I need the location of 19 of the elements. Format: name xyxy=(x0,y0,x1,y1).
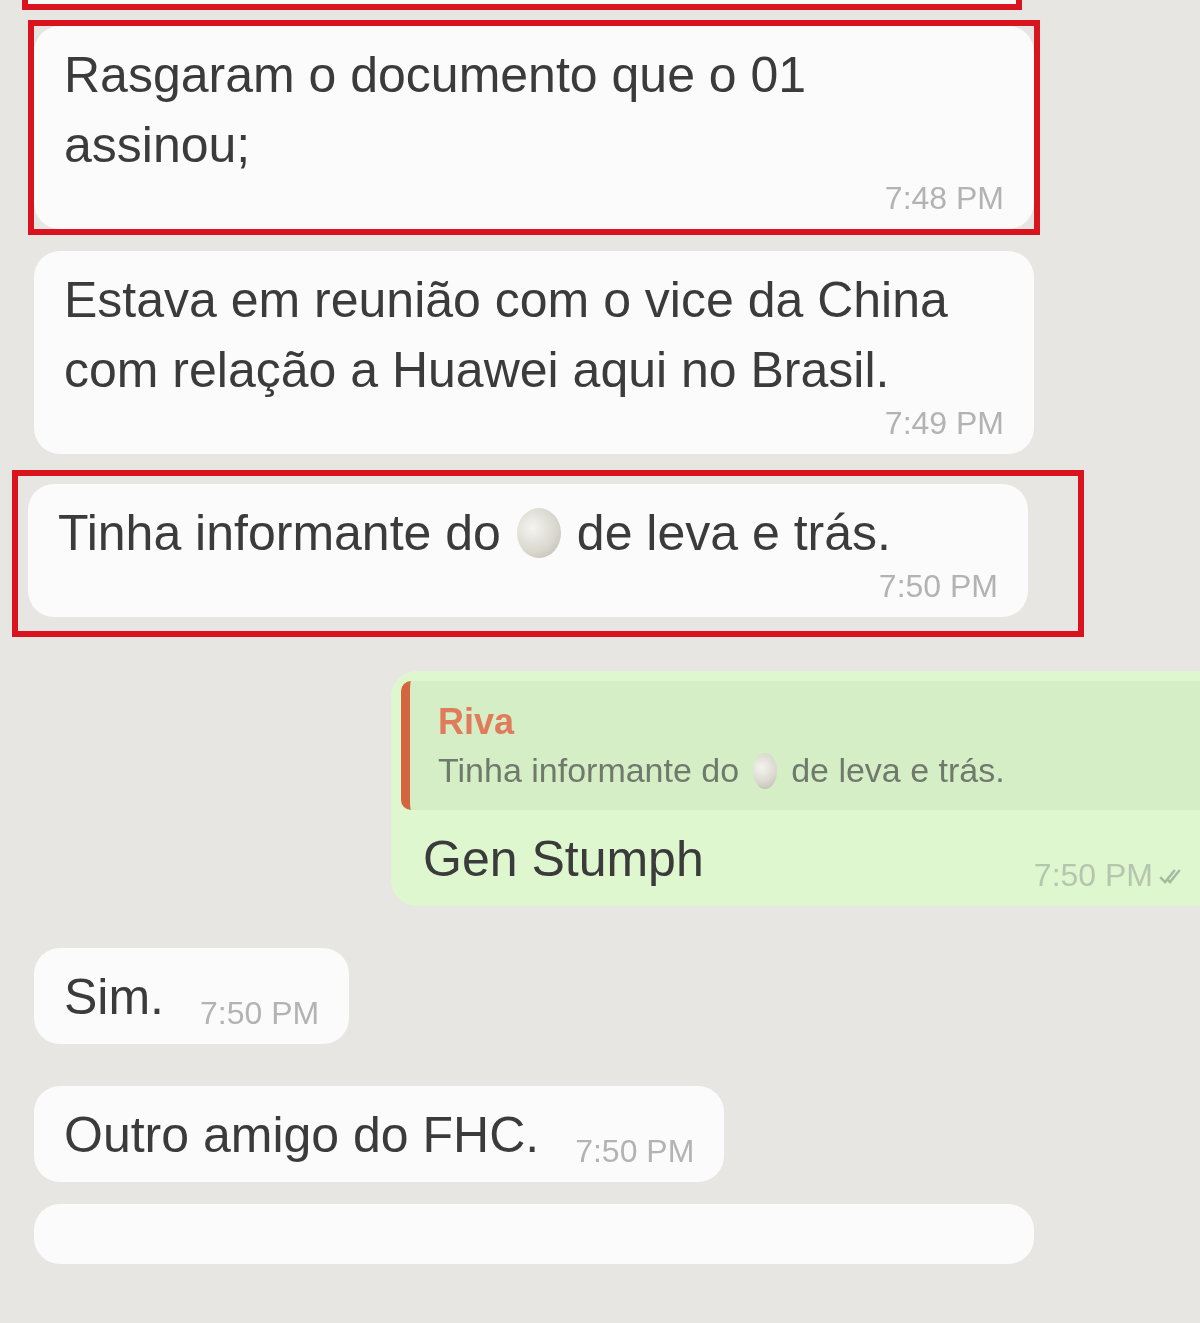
message-text: de leva e trás. xyxy=(576,504,891,563)
message-text: Sim. xyxy=(64,968,164,1027)
message-time: 7:49 PM xyxy=(884,405,1004,442)
message-text: Gen Stumph xyxy=(423,830,704,889)
message-text: Rasgaram o documento que o 01 assinou; xyxy=(64,46,808,175)
message-time: 7:48 PM xyxy=(884,180,1004,217)
message-text: Outro amigo do FHC. xyxy=(64,1106,540,1165)
check-icon xyxy=(1159,867,1181,884)
quote-text: Tinha informante do xyxy=(438,751,740,790)
message-time: 7:50 PM xyxy=(200,995,320,1032)
quote-author: Riva xyxy=(438,701,516,743)
emoji-icon xyxy=(516,508,561,558)
quote-text: de leva e trás. xyxy=(791,751,1005,790)
message-time: 7:50 PM xyxy=(878,568,998,605)
message-time: 7:50 PM xyxy=(575,1133,695,1170)
message-text: Tinha informante do xyxy=(58,504,501,563)
message-text: Estava em reunião com o vice da China com relação a Huawei aqui no Brasil. xyxy=(64,271,949,400)
quoted-message[interactable]: Riva Tinha informante do de leva e trás. xyxy=(401,681,1200,810)
emoji-icon xyxy=(753,752,778,789)
